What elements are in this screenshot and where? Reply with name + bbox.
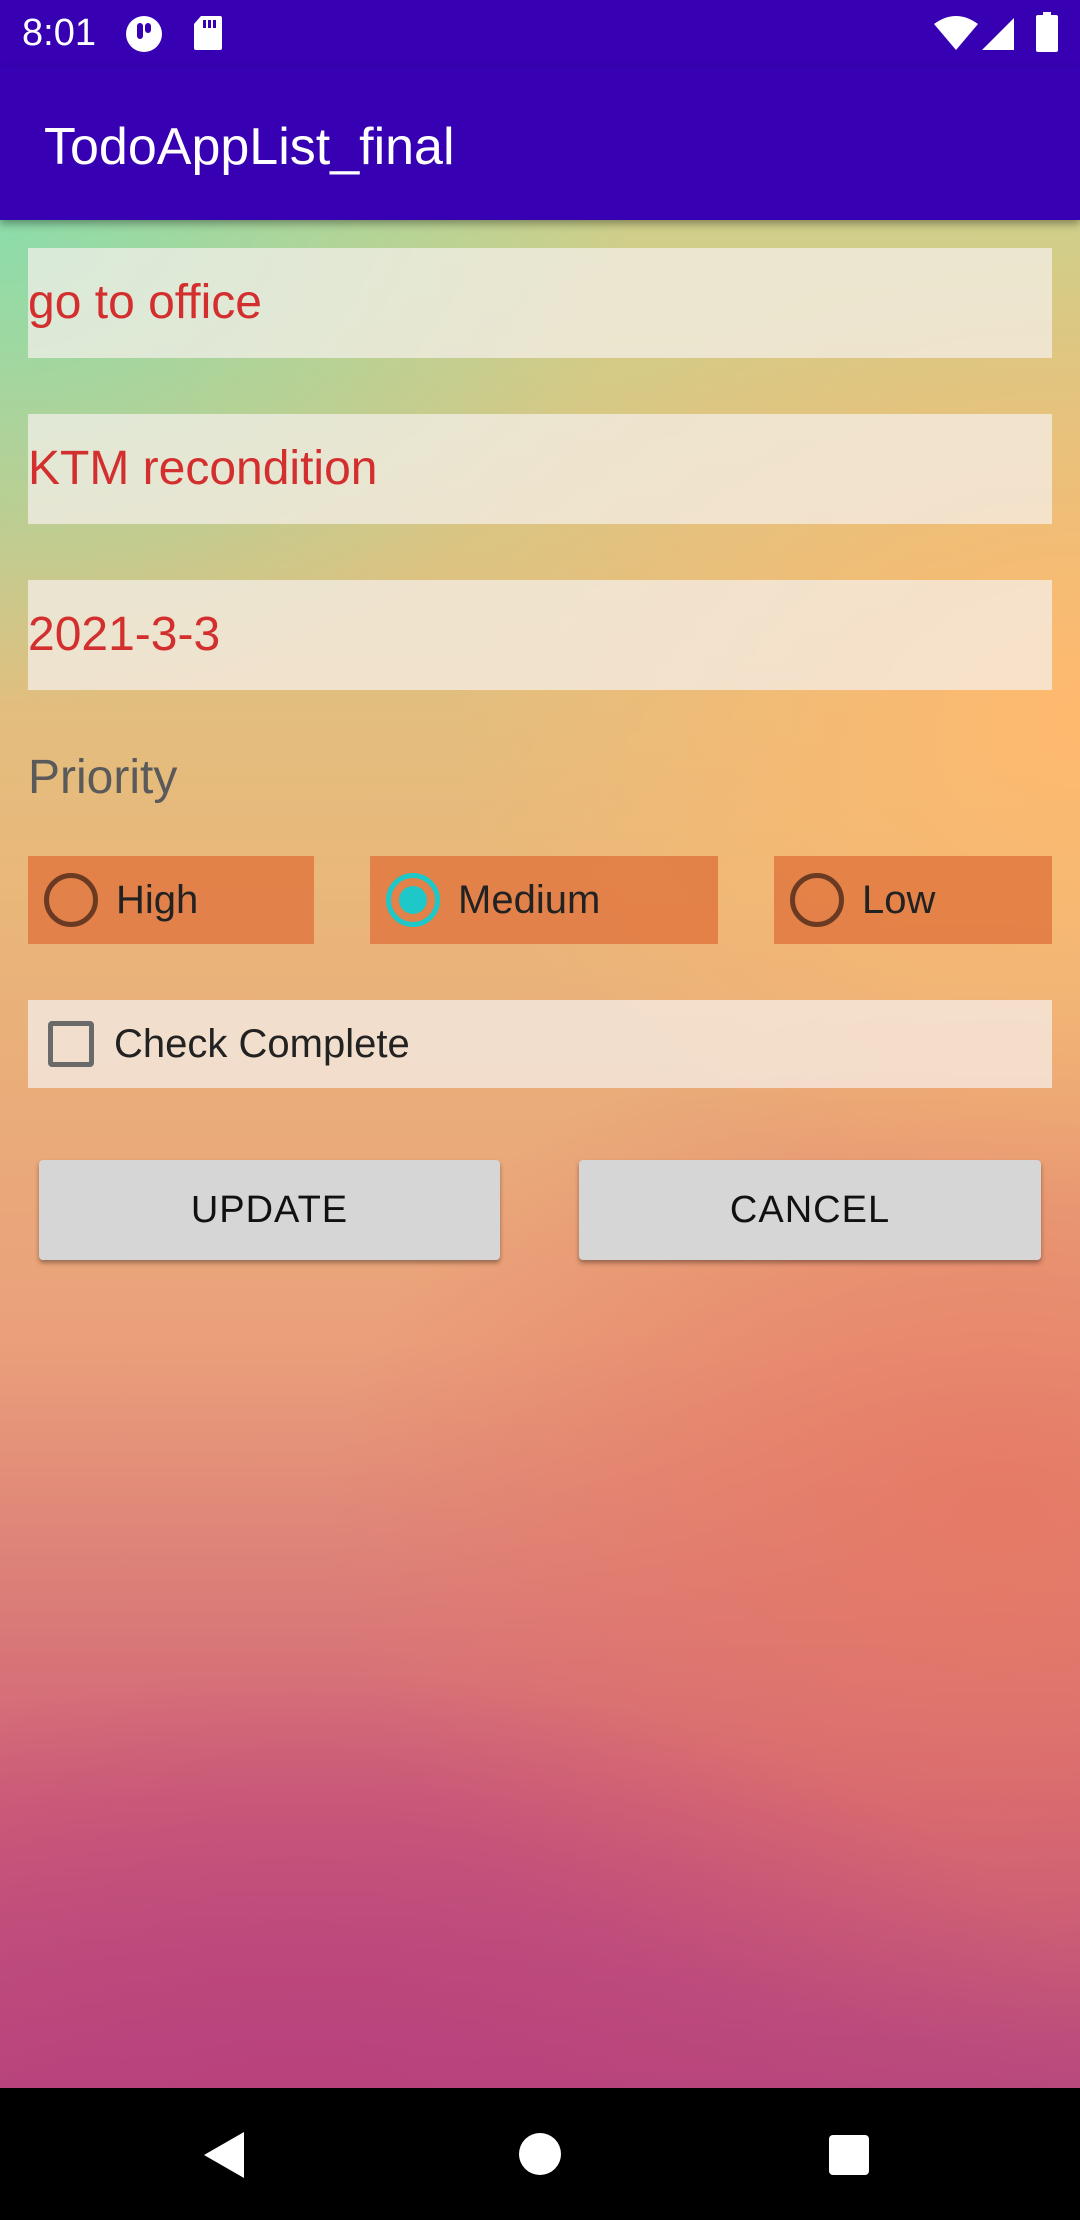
sd-card-icon <box>192 14 224 57</box>
complete-checkbox-row[interactable]: Check Complete <box>28 1000 1052 1088</box>
battery-icon <box>1036 12 1058 57</box>
checkbox-icon[interactable] <box>48 1021 94 1067</box>
priority-radio-low[interactable]: Low <box>774 856 1052 944</box>
radio-unchecked-icon <box>44 873 98 927</box>
app-title: TodoAppList_final <box>44 118 455 176</box>
status-time: 8:01 <box>22 12 96 54</box>
priority-option-label: Low <box>862 877 936 922</box>
cell-signal-icon <box>982 16 1016 57</box>
recents-icon[interactable] <box>828 2134 870 2181</box>
home-icon[interactable] <box>518 2132 562 2181</box>
description-input[interactable]: KTM recondition <box>28 414 1052 524</box>
notification-app-icon <box>124 14 164 59</box>
complete-label: Check Complete <box>114 1021 410 1066</box>
date-input[interactable]: 2021-3-3 <box>28 580 1052 690</box>
wifi-icon <box>934 16 978 57</box>
back-icon[interactable] <box>200 2130 248 2185</box>
radio-unchecked-icon <box>790 873 844 927</box>
title-input[interactable]: go to office <box>28 248 1052 358</box>
app-bar: TodoAppList_final <box>0 66 1080 220</box>
radio-checked-icon <box>386 873 440 927</box>
priority-label: Priority <box>28 751 178 804</box>
system-nav-bar <box>0 2088 1080 2220</box>
status-bar: 8:01 <box>0 0 1080 66</box>
priority-option-label: High <box>116 877 199 922</box>
priority-option-label: Medium <box>458 877 601 922</box>
priority-radio-medium[interactable]: Medium <box>370 856 718 944</box>
edit-todo-form: go to office KTM recondition 2021-3-3 Pr… <box>0 220 1080 2088</box>
update-button[interactable]: UPDATE <box>39 1160 500 1260</box>
priority-radio-high[interactable]: High <box>28 856 314 944</box>
cancel-button[interactable]: CANCEL <box>579 1160 1041 1260</box>
